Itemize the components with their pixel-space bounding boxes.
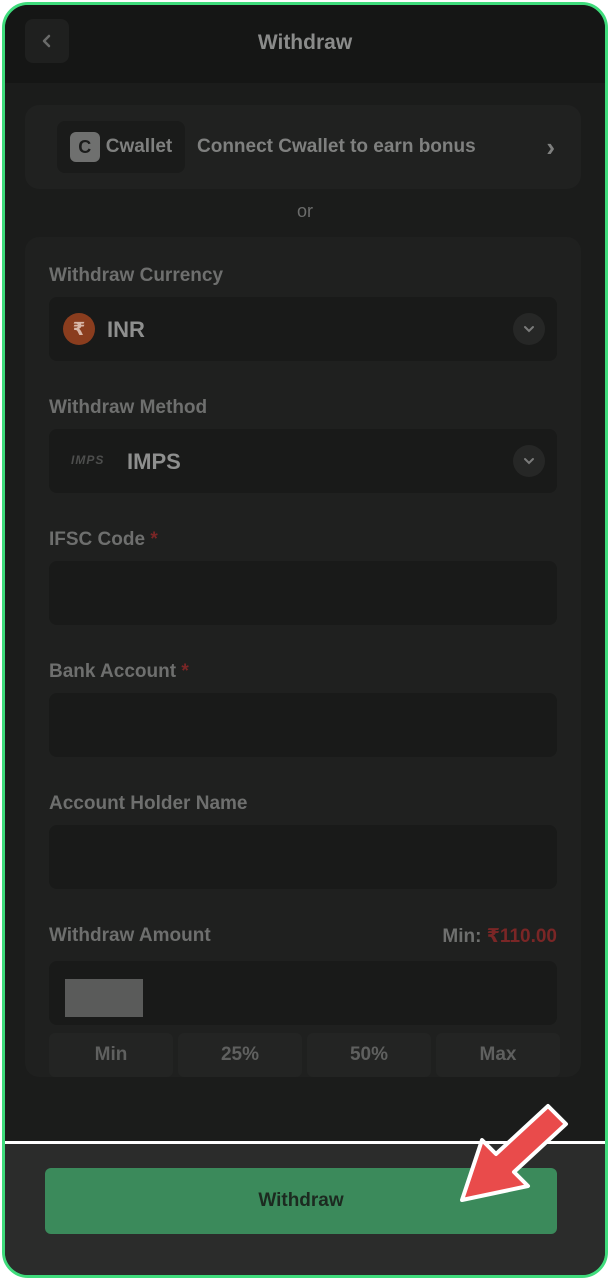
or-divider: or [296, 201, 313, 221]
imps-logo: IMPS [71, 453, 105, 467]
rupee-icon: ₹ [63, 313, 95, 345]
min-amount-info: Min: ₹110.00 [442, 925, 557, 948]
method-select[interactable]: IMPS IMPS [49, 429, 557, 493]
chevron-right-icon: › [546, 131, 555, 162]
top-bar: Withdraw [5, 5, 605, 83]
withdraw-form: Withdraw Currency ₹ INR Withdraw Method … [25, 237, 581, 1077]
method-label: Withdraw Method [49, 397, 208, 418]
app-frame: Withdraw C Cwallet Connect Cwallet to ea… [2, 2, 608, 1278]
bank-label-text: Bank Account [49, 661, 177, 682]
quick-min-button[interactable]: Min [49, 1033, 173, 1077]
page-title: Withdraw [257, 31, 353, 54]
required-mark: * [181, 661, 189, 682]
cwallet-connect-banner[interactable]: C Cwallet Connect Cwallet to earn bonus … [25, 105, 581, 189]
amount-redacted [65, 979, 143, 1017]
chevron-down-icon[interactable] [513, 445, 545, 477]
quick-50-button[interactable]: 50% [307, 1033, 431, 1077]
currency-select[interactable]: ₹ INR [49, 297, 557, 361]
bank-account-input[interactable] [49, 693, 557, 757]
ifsc-label: IFSC Code * [49, 529, 158, 551]
min-value: ₹110.00 [486, 926, 557, 947]
cwallet-icon: C [69, 132, 100, 162]
amount-label: Withdraw Amount [49, 925, 211, 946]
ifsc-label-text: IFSC Code [49, 529, 146, 550]
cwallet-brand: Cwallet [105, 136, 173, 157]
ifsc-input[interactable] [49, 561, 557, 625]
holder-name-input[interactable] [49, 825, 557, 889]
currency-value: INR [107, 317, 145, 342]
bank-label: Bank Account * [49, 661, 189, 683]
holder-label: Account Holder Name [49, 793, 248, 814]
min-label: Min: [442, 926, 482, 947]
pointer-arrow-icon [460, 1104, 568, 1202]
chevron-down-icon[interactable] [513, 313, 545, 345]
cwallet-logo: C Cwallet [57, 121, 185, 173]
currency-label: Withdraw Currency [49, 265, 224, 286]
cwallet-promo-text: Connect Cwallet to earn bonus [197, 136, 476, 157]
method-value: IMPS [127, 449, 181, 474]
amount-input[interactable] [49, 961, 557, 1025]
required-mark: * [150, 529, 158, 550]
quick-25-button[interactable]: 25% [178, 1033, 302, 1077]
quick-max-button[interactable]: Max [436, 1033, 560, 1077]
